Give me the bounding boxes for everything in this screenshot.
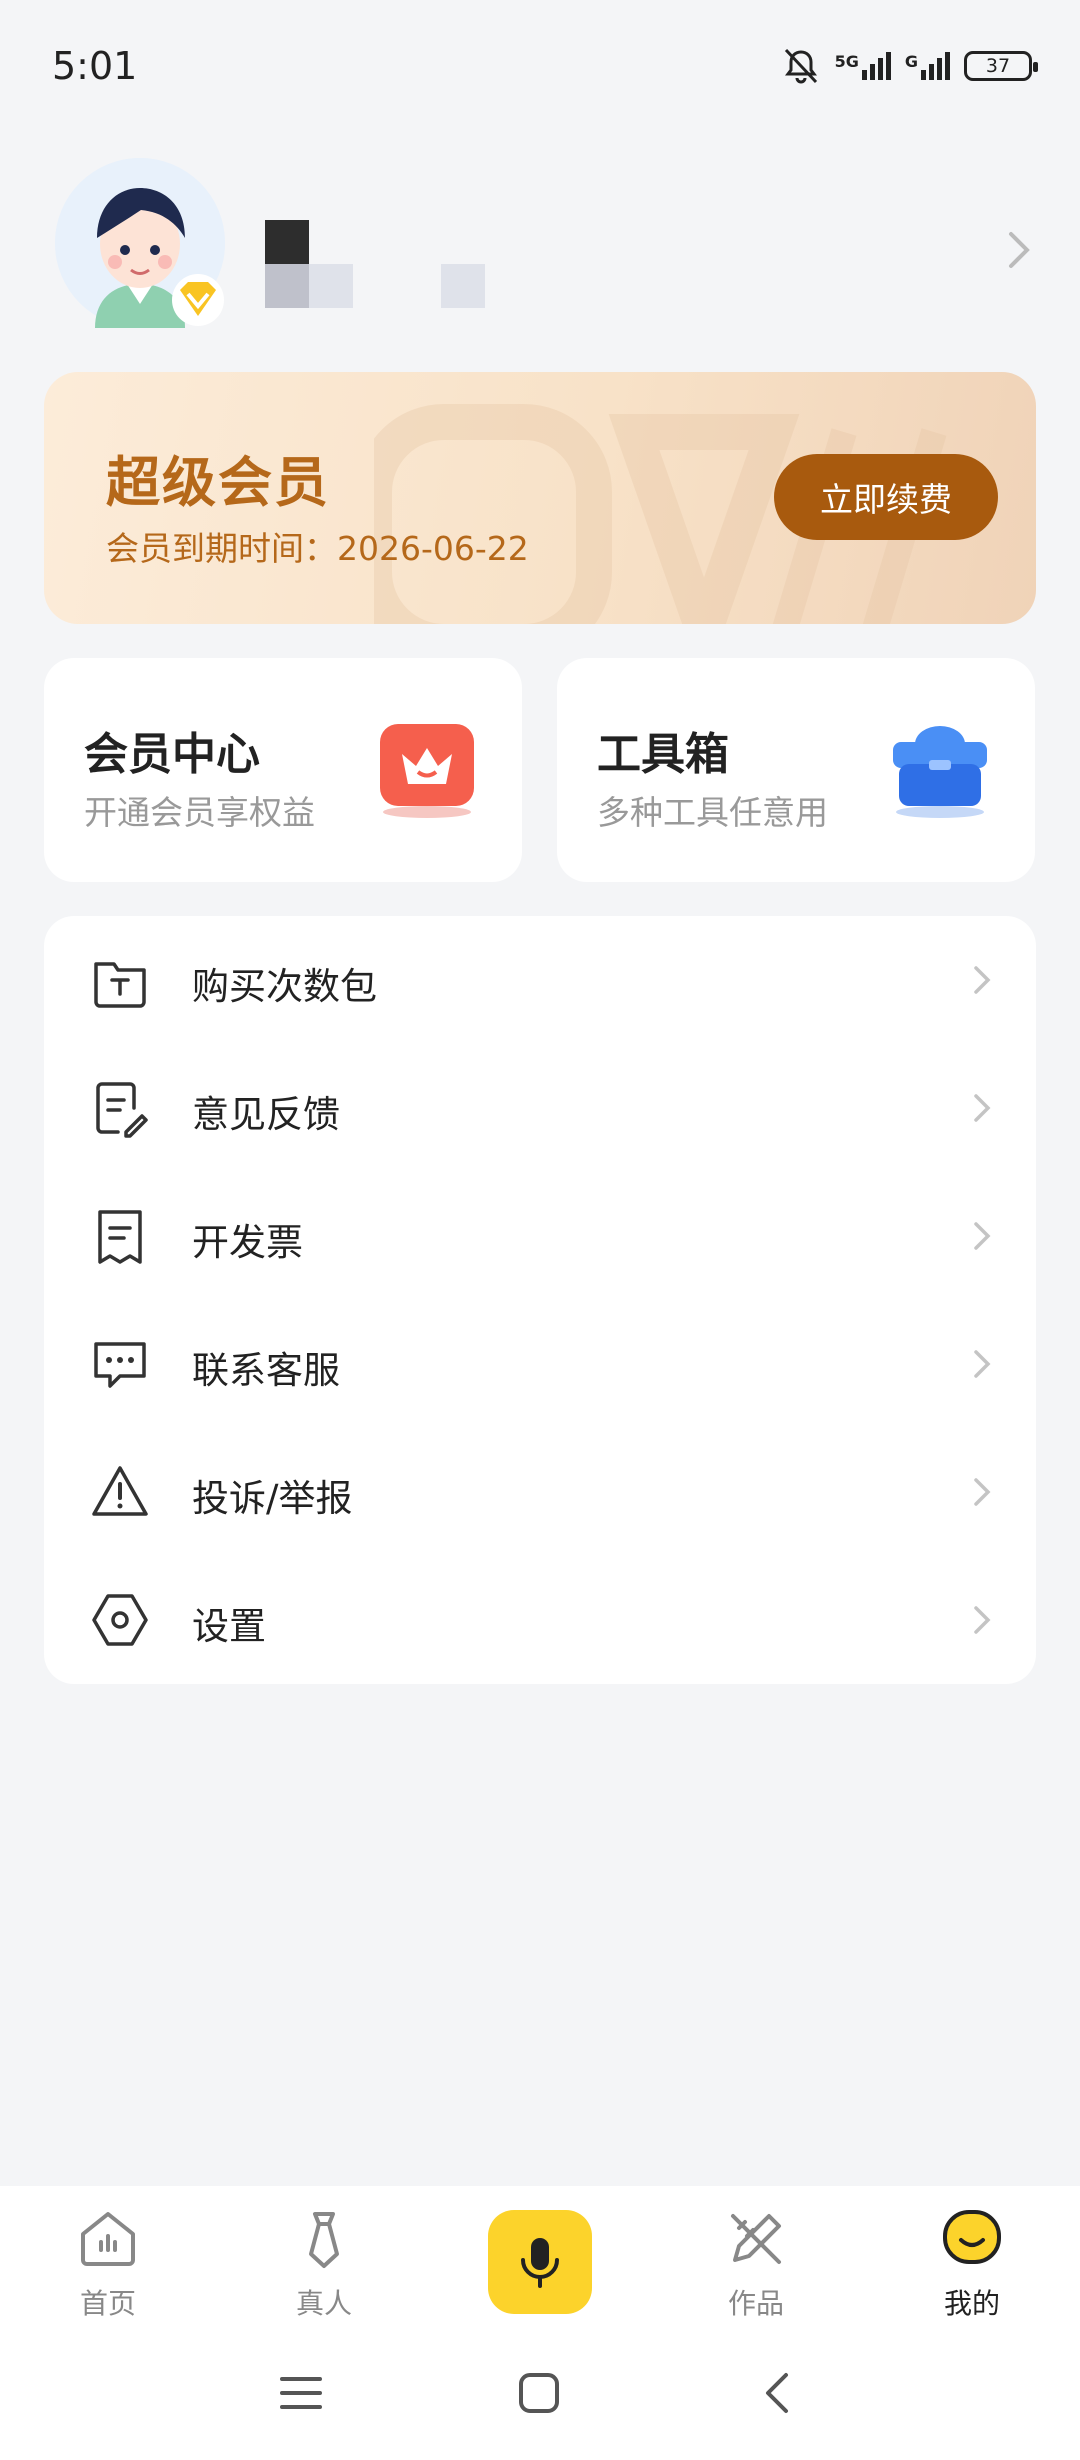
feature-title: 工具箱 — [597, 729, 729, 780]
pencil-ruler-icon — [731, 2214, 781, 2264]
tab-real-person[interactable]: 真人 — [244, 2208, 404, 2322]
warning-icon — [92, 1466, 148, 1516]
back-icon[interactable] — [756, 2370, 802, 2416]
feature-subtitle: 开通会员享权益 — [84, 793, 315, 832]
menu-item-label: 投诉/举报 — [192, 1477, 353, 1520]
battery-level: 37 — [985, 55, 1011, 77]
feature-title: 会员中心 — [84, 729, 260, 780]
network-type-label: 5G — [834, 52, 859, 71]
smile-icon — [943, 2210, 1001, 2264]
microphone-icon — [521, 2238, 559, 2288]
network-type-label-2: G — [904, 52, 918, 71]
menu-item-label: 开发票 — [192, 1221, 303, 1264]
member-card[interactable]: 超级会员 会员到期时间：2026-06-22 立即续费 — [44, 372, 1036, 624]
menu-icon[interactable] — [278, 2370, 324, 2416]
member-title: 超级会员 — [106, 451, 330, 514]
menu-item-label: 购买次数包 — [192, 965, 377, 1008]
chevron-right-icon[interactable] — [1005, 228, 1035, 272]
chevron-right-icon — [974, 966, 991, 994]
battery-icon: 37 — [964, 51, 1038, 81]
tie-icon — [309, 2212, 339, 2268]
tab-label: 真人 — [295, 2287, 352, 2320]
signal-5g-icon: 5G — [835, 52, 891, 80]
tab-works[interactable]: 作品 — [676, 2208, 836, 2322]
vip-badge-icon — [172, 274, 224, 326]
username-redacted — [265, 220, 485, 308]
home-icon — [81, 2212, 135, 2266]
home-square-icon[interactable] — [516, 2370, 562, 2416]
menu-item-settings[interactable]: 设置 — [44, 1556, 1036, 1684]
menu-item-label: 联系客服 — [192, 1349, 340, 1392]
crown-icon — [380, 724, 474, 818]
tab-mine[interactable]: 我的 — [892, 2208, 1052, 2322]
profile-header[interactable] — [55, 150, 1035, 340]
menu-item-customer-service[interactable]: 联系客服 — [44, 1300, 1036, 1428]
bottom-nav: 首页 真人 作品 我的 — [0, 2186, 1080, 2336]
chevron-right-icon — [974, 1350, 991, 1378]
member-expire-date: 会员到期时间：2026-06-22 — [106, 529, 529, 568]
tab-home[interactable]: 首页 — [28, 2208, 188, 2322]
chevron-right-icon — [974, 1222, 991, 1250]
tab-label: 我的 — [943, 2287, 1000, 2320]
member-center-card[interactable]: 会员中心 开通会员享权益 — [44, 658, 522, 882]
status-bar: 5:01 5G G 37 — [0, 0, 1080, 130]
chevron-right-icon — [974, 1478, 991, 1506]
invoice-icon — [98, 1210, 142, 1264]
bell-muted-icon — [784, 48, 817, 84]
signal-g-icon: G — [905, 52, 950, 80]
system-nav-bar — [0, 2336, 1080, 2460]
status-time: 5:01 — [52, 44, 138, 88]
menu-item-complaint[interactable]: 投诉/举报 — [44, 1428, 1036, 1556]
package-icon — [94, 962, 146, 1008]
toolbox-icon — [893, 726, 987, 818]
chevron-right-icon — [974, 1606, 991, 1634]
menu-item-feedback[interactable]: 意见反馈 — [44, 1044, 1036, 1172]
chevron-right-icon — [974, 1094, 991, 1122]
toolbox-card[interactable]: 工具箱 多种工具任意用 — [557, 658, 1035, 882]
status-icons: 5G G 37 — [781, 46, 1038, 86]
menu-item-label: 意见反馈 — [192, 1093, 340, 1136]
settings-icon — [92, 1594, 148, 1646]
menu-list: 购买次数包 意见反馈 开发票 联系客服 投诉/举报 设置 — [44, 916, 1036, 1684]
feature-subtitle: 多种工具任意用 — [597, 793, 828, 832]
menu-item-buy-package[interactable]: 购买次数包 — [44, 916, 1036, 1044]
menu-item-invoice[interactable]: 开发票 — [44, 1172, 1036, 1300]
feedback-icon — [96, 1082, 148, 1138]
voice-record-button[interactable] — [488, 2210, 592, 2314]
menu-item-label: 设置 — [192, 1605, 266, 1648]
renew-button[interactable]: 立即续费 — [774, 454, 998, 540]
chat-icon — [94, 1342, 146, 1388]
tab-label: 首页 — [79, 2287, 136, 2320]
tab-label: 作品 — [727, 2287, 784, 2320]
